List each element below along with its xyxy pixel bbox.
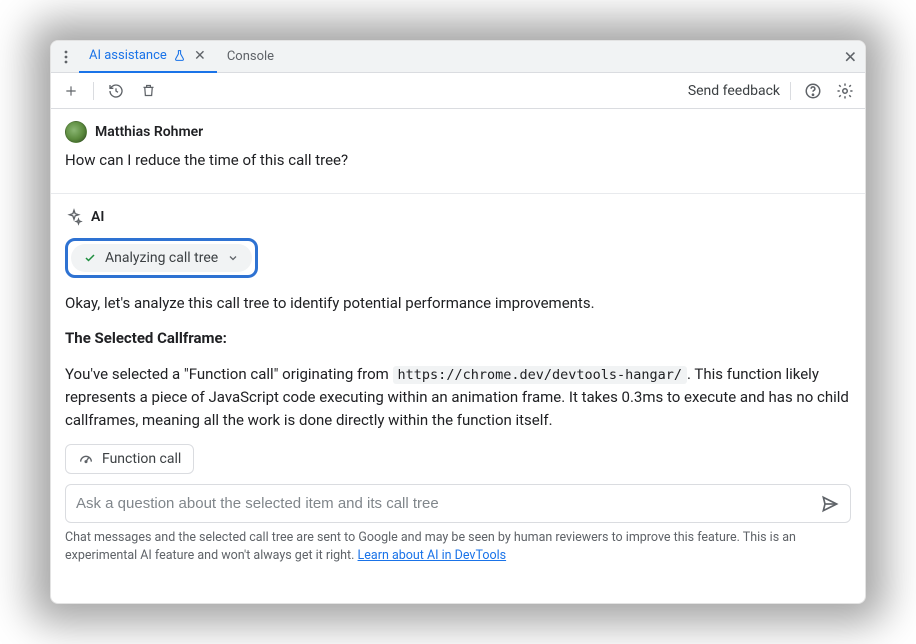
settings-button[interactable] [833, 79, 857, 103]
separator [790, 82, 791, 100]
trash-icon [141, 83, 156, 98]
ai-paragraph: You've selected a "Function call" origin… [65, 363, 851, 433]
separator [93, 82, 94, 100]
help-button[interactable] [801, 79, 825, 103]
help-icon [804, 82, 822, 100]
ai-label: AI [91, 209, 104, 225]
send-feedback-link[interactable]: Send feedback [688, 83, 780, 99]
ai-message-block: AI Analyzing call tree Okay, let's analy… [65, 194, 851, 574]
tab-console[interactable]: Console [217, 41, 284, 73]
send-icon [820, 494, 840, 514]
highlight-frame: Analyzing call tree [65, 238, 258, 278]
avatar [65, 121, 87, 143]
send-button[interactable] [818, 492, 842, 516]
chat-content: Matthias Rohmer How can I reduce the tim… [51, 109, 865, 603]
chat-input[interactable] [76, 489, 818, 518]
user-message-text: How can I reduce the time of this call t… [65, 151, 851, 169]
flask-icon [173, 49, 187, 63]
ai-header: AI [65, 208, 851, 226]
more-vertical-icon [64, 50, 68, 64]
history-icon [108, 83, 124, 99]
close-tab-button[interactable]: ✕ [193, 48, 207, 64]
new-chat-button[interactable] [59, 79, 83, 103]
user-header: Matthias Rohmer [65, 121, 851, 143]
tab-label: AI assistance [89, 48, 167, 63]
gauge-icon [78, 451, 94, 467]
more-tabs-button[interactable] [57, 48, 75, 66]
delete-button[interactable] [136, 79, 160, 103]
code-span: https://chrome.dev/devtools-hangar/ [393, 366, 687, 384]
learn-link[interactable]: Learn about AI in DevTools [358, 548, 507, 563]
plus-icon [64, 84, 78, 98]
analyze-status-text: Analyzing call tree [105, 250, 218, 266]
toolbar: Send feedback [51, 73, 865, 109]
history-button[interactable] [104, 79, 128, 103]
ai-paragraph: Okay, let's analyze this call tree to id… [65, 292, 851, 315]
chat-input-row [65, 484, 851, 523]
disclaimer-text: Chat messages and the selected call tree… [65, 529, 851, 574]
function-chip-label: Function call [102, 451, 181, 467]
analyze-status-chip[interactable]: Analyzing call tree [71, 244, 252, 272]
panel-window: AI assistance ✕ Console ✕ Send feedback [50, 40, 866, 604]
function-call-chip[interactable]: Function call [65, 444, 194, 474]
check-icon [83, 251, 97, 265]
chevron-down-icon [226, 251, 240, 265]
ai-response-text: Okay, let's analyze this call tree to id… [65, 292, 851, 432]
ai-heading: The Selected Callframe: [65, 329, 227, 347]
tab-ai-assistance[interactable]: AI assistance ✕ [79, 41, 217, 73]
tab-label: Console [227, 49, 274, 64]
gear-icon [836, 82, 854, 100]
sparkle-icon [65, 208, 83, 226]
tab-bar: AI assistance ✕ Console ✕ [51, 41, 865, 73]
user-message-block: Matthias Rohmer How can I reduce the tim… [65, 121, 851, 181]
close-panel-button[interactable]: ✕ [844, 47, 857, 66]
user-name: Matthias Rohmer [95, 124, 203, 140]
